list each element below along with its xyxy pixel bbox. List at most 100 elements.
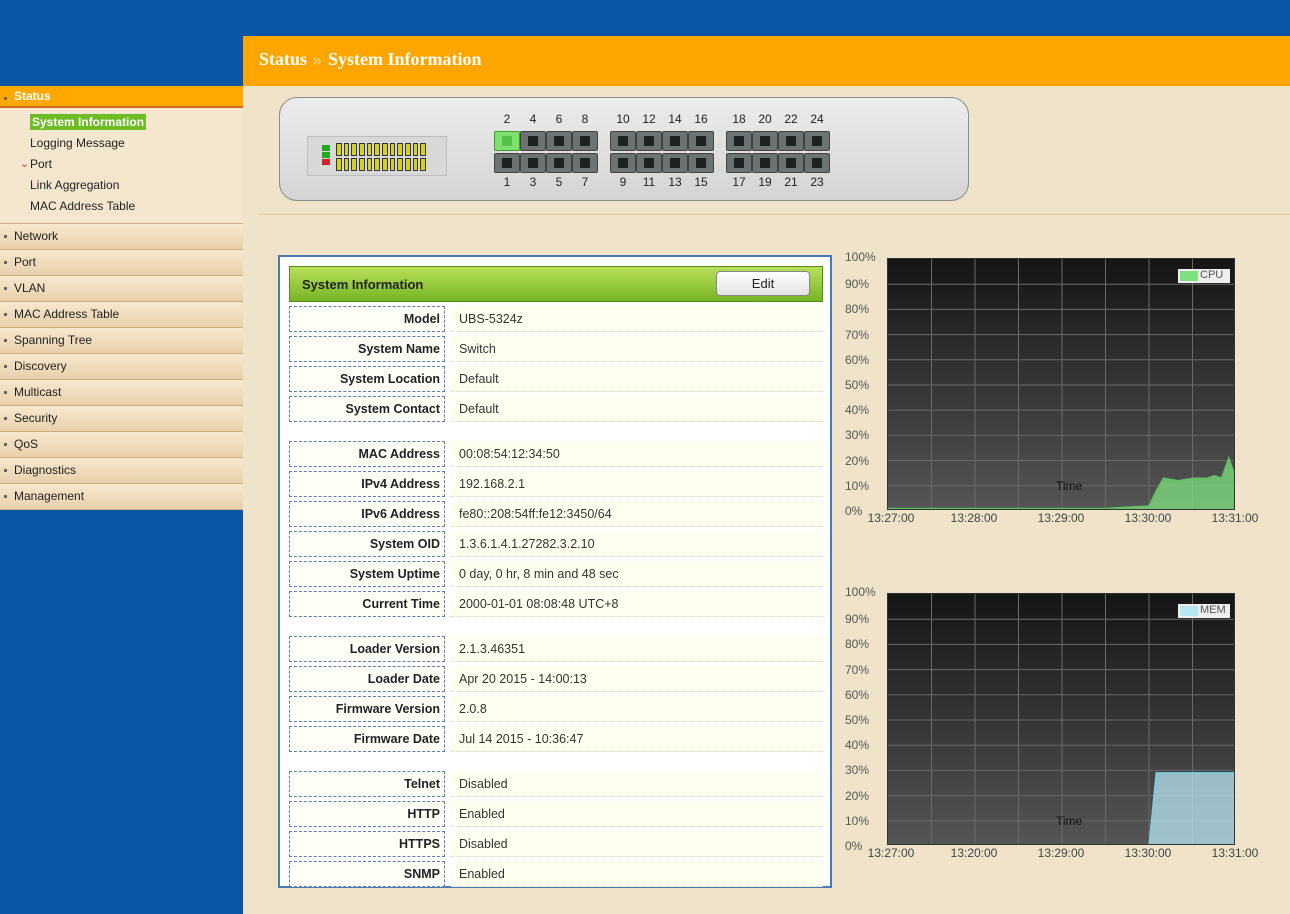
port-21[interactable] [778, 153, 804, 173]
menu-diagnostics[interactable]: Diagnostics [0, 458, 243, 484]
page-header: Status» System Information [243, 36, 1290, 86]
chart-legend: MEM [1178, 604, 1230, 618]
x-axis-title: Time [1056, 479, 1083, 493]
info-key: SNMP [289, 861, 445, 887]
port-23[interactable] [804, 153, 830, 173]
info-row: System Name Switch [289, 334, 823, 364]
menu-mac-address-table[interactable]: MAC Address Table [0, 302, 243, 328]
port-16[interactable] [688, 131, 714, 151]
info-value: 00:08:54:12:34:50 [451, 441, 823, 467]
menu-security[interactable]: Security [0, 406, 243, 432]
info-row: Model UBS-5324z [289, 304, 823, 334]
chevron-down-icon[interactable]: ⌄ [20, 154, 29, 175]
port-number-label: 8 [581, 112, 589, 126]
x-tick-label: 13:30:00 [1124, 511, 1172, 525]
port-8[interactable] [572, 131, 598, 151]
port-number-label: 3 [529, 175, 537, 189]
port-number-label: 1 [503, 175, 511, 189]
edit-button[interactable]: Edit [716, 271, 810, 296]
port-number-label: 2 [503, 112, 511, 126]
menu-label: VLAN [14, 281, 46, 295]
switch-thumbnail-icon [307, 136, 447, 176]
menu-discovery[interactable]: Discovery [0, 354, 243, 380]
menu-label: Status [14, 89, 51, 103]
port-number-label: 20 [758, 112, 772, 126]
port-22[interactable] [778, 131, 804, 151]
page-title: System Information [328, 49, 482, 69]
port-5[interactable] [546, 153, 572, 173]
port-9[interactable] [610, 153, 636, 173]
port-10[interactable] [610, 131, 636, 151]
chart-svg [888, 594, 1234, 844]
chart-svg [888, 259, 1234, 509]
menu-network[interactable]: Network [0, 224, 243, 250]
menu-multicast[interactable]: Multicast [0, 380, 243, 406]
info-row: SNMP Enabled [289, 859, 823, 889]
port-4[interactable] [520, 131, 546, 151]
x-tick-label: 13:20:00 [950, 846, 998, 860]
menu-label: QoS [14, 437, 39, 451]
port-11[interactable] [636, 153, 662, 173]
submenu-label: MAC Address Table [30, 199, 136, 213]
y-tick-label: 30% [845, 428, 870, 443]
port-13[interactable] [662, 153, 688, 173]
submenu-label: System Information [30, 114, 147, 130]
info-value: 2.1.3.46351 [451, 636, 823, 662]
info-key: HTTPS [289, 831, 445, 857]
port-24[interactable] [804, 131, 830, 151]
submenu-system-information[interactable]: System Information [0, 112, 243, 133]
bullet-icon [4, 261, 7, 264]
port-18[interactable] [726, 131, 752, 151]
y-tick-label: 100% [845, 585, 876, 599]
y-tick-label: 30% [845, 763, 870, 778]
info-value: Default [451, 396, 823, 422]
port-6[interactable] [546, 131, 572, 151]
menu-vlan[interactable]: VLAN [0, 276, 243, 302]
info-row: HTTP Enabled [289, 799, 823, 829]
menu-qos[interactable]: QoS [0, 432, 243, 458]
y-tick-label: 20% [845, 788, 870, 803]
port-number-label: 4 [529, 112, 537, 126]
y-tick-label: 40% [845, 738, 870, 753]
info-value: Enabled [451, 801, 823, 827]
port-19[interactable] [752, 153, 778, 173]
info-value: Jul 14 2015 - 10:36:47 [451, 726, 823, 752]
legend-label: CPU [1200, 269, 1224, 281]
port-3[interactable] [520, 153, 546, 173]
port-2[interactable] [494, 131, 520, 151]
port-number-label: 18 [732, 112, 746, 126]
top-banner [0, 0, 1290, 36]
info-value: Disabled [451, 771, 823, 797]
port-17[interactable] [726, 153, 752, 173]
port-1[interactable] [494, 153, 520, 173]
y-tick-label: 90% [845, 612, 870, 627]
info-value: Apr 20 2015 - 14:00:13 [451, 666, 823, 692]
submenu-link-aggregation[interactable]: Link Aggregation [0, 175, 243, 196]
submenu-port[interactable]: ⌄ Port [0, 154, 243, 175]
info-key: System Name [289, 336, 445, 362]
info-key: MAC Address [289, 441, 445, 467]
submenu-mac-address-table[interactable]: MAC Address Table [0, 196, 243, 217]
y-tick-label: 40% [845, 403, 870, 418]
menu-management[interactable]: Management [0, 484, 243, 510]
info-key: Telnet [289, 771, 445, 797]
submenu-logging-message[interactable]: Logging Message [0, 133, 243, 154]
port-7[interactable] [572, 153, 598, 173]
info-value: 2000-01-01 08:08:48 UTC+8 [451, 591, 823, 617]
info-key: Firmware Version [289, 696, 445, 722]
menu-port[interactable]: Port [0, 250, 243, 276]
menu-spanning-tree[interactable]: Spanning Tree [0, 328, 243, 354]
port-number-label: 7 [581, 175, 589, 189]
info-row: Firmware Version 2.0.8 [289, 694, 823, 724]
memory-usage-chart: 100% 90% 80% 70% 60% 50% 40% 30% 20% 10% 0% 13:27:0… [845, 585, 1277, 885]
port-14[interactable] [662, 131, 688, 151]
port-number-label: 24 [810, 112, 824, 126]
bullet-icon [4, 235, 7, 238]
port-15[interactable] [688, 153, 714, 173]
y-tick-label: 60% [845, 687, 870, 702]
info-key: System Location [289, 366, 445, 392]
menu-status[interactable]: Status [0, 86, 243, 108]
port-12[interactable] [636, 131, 662, 151]
port-20[interactable] [752, 131, 778, 151]
divider [259, 214, 1290, 215]
